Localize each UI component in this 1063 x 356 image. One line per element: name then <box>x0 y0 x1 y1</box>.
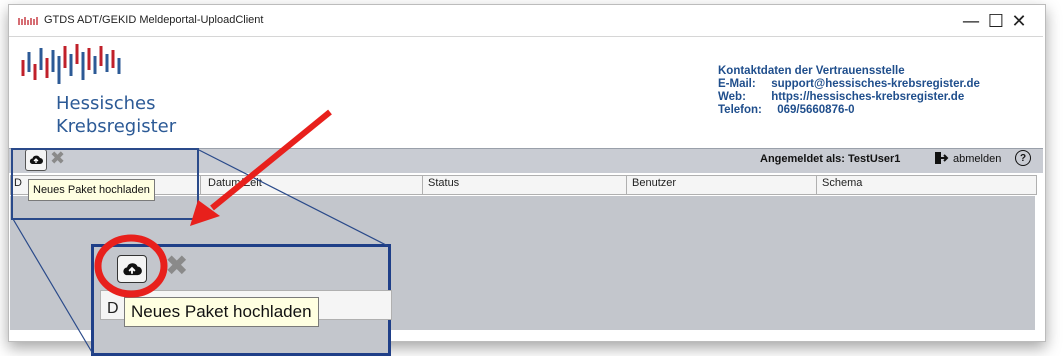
column-header-benutzer[interactable]: Benutzer <box>632 177 676 189</box>
zoom-tooltip: Neues Paket hochladen <box>124 297 319 327</box>
web-label: Web: <box>718 91 746 103</box>
phone-value: 069/5660876-0 <box>777 104 855 116</box>
zoom-upload-button <box>117 255 147 283</box>
logo-text-hessisches: Hessisches <box>56 93 156 114</box>
logout-icon[interactable] <box>934 151 950 165</box>
highlight-box <box>11 148 199 220</box>
logged-in-user: Angemeldet als: TestUser1 <box>760 153 901 165</box>
logo-text-krebsregister: Krebsregister <box>56 116 177 137</box>
close-button[interactable]: ✕ <box>999 8 1039 34</box>
window-title: GTDS ADT/GEKID Meldeportal-UploadClient <box>44 14 264 26</box>
logout-link[interactable]: abmelden <box>953 153 1001 165</box>
column-header-datum-zeit[interactable]: Datum/Zeit <box>208 177 262 189</box>
app-logo-icon <box>18 17 38 25</box>
zoom-column-header-d: D <box>107 300 119 317</box>
column-divider <box>816 175 817 195</box>
email-label: E-Mail: <box>718 78 756 90</box>
email-value: support@hessisches-krebsregister.de <box>771 78 980 90</box>
column-divider <box>422 175 423 195</box>
contact-phone-row: Telefon: 069/5660876-0 <box>718 104 980 117</box>
column-divider <box>200 175 201 195</box>
contact-email-row: E-Mail: support@hessisches-krebsregister… <box>718 78 980 91</box>
column-header-schema[interactable]: Schema <box>822 177 862 189</box>
krebsregister-logo-icon <box>21 44 121 84</box>
column-header-status[interactable]: Status <box>428 177 459 189</box>
contact-info: Kontaktdaten der Vertrauensstelle E-Mail… <box>718 65 980 117</box>
zoom-delete-x-icon: ✖ <box>165 249 189 282</box>
phone-label: Telefon: <box>718 104 762 116</box>
contact-web-row: Web: https://hessisches-krebsregister.de <box>718 91 980 104</box>
contact-heading: Kontaktdaten der Vertrauensstelle <box>718 65 905 77</box>
help-icon[interactable]: ? <box>1015 150 1031 166</box>
cloud-upload-icon <box>123 262 142 275</box>
column-divider <box>626 175 627 195</box>
web-value: https://hessisches-krebsregister.de <box>771 91 965 103</box>
